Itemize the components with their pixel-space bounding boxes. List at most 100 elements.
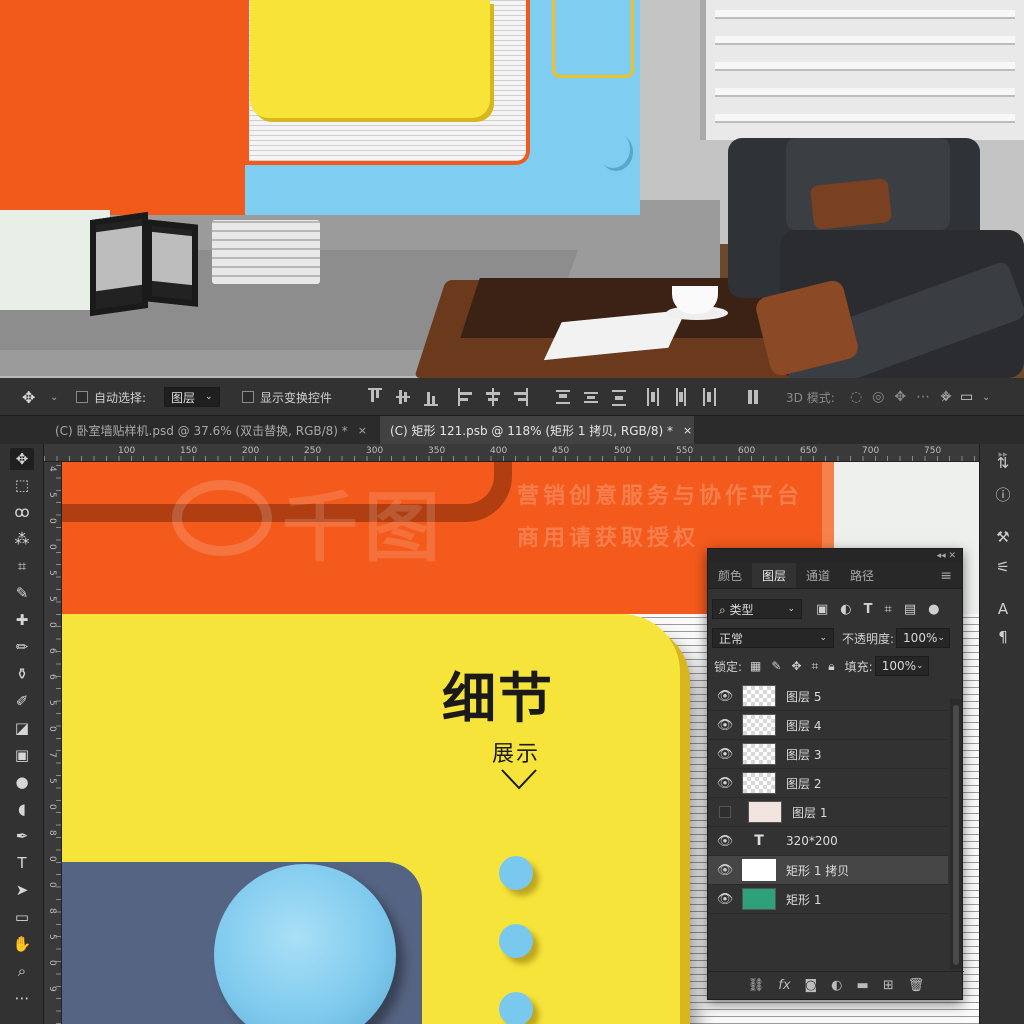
link-icon[interactable]: ⛓ xyxy=(748,978,765,993)
tab-paths[interactable]: 路径 xyxy=(840,563,884,588)
tab-layers[interactable]: 图层 xyxy=(752,563,797,588)
lasso-tool-icon[interactable]: ꝏ xyxy=(10,501,34,523)
filter-pixel-icon[interactable]: ▣ xyxy=(816,602,828,617)
layer-row[interactable]: 👁︎ 图层 4 xyxy=(708,711,948,740)
layer-row[interactable]: 👁︎ T 320*200 xyxy=(708,827,948,856)
filter-kind-select[interactable]: ⌕ 类型 ⌄ xyxy=(712,599,802,619)
eye-icon[interactable]: 👁︎ xyxy=(714,892,736,907)
workspace-icon[interactable]: ▭ xyxy=(960,378,973,416)
filter-smart-icon[interactable]: ▤ xyxy=(904,602,916,617)
path-select-icon[interactable]: ➤ xyxy=(10,879,34,901)
dodge-tool-icon[interactable]: ◖ xyxy=(10,798,34,820)
scroll-thumb[interactable] xyxy=(953,705,959,965)
eye-icon[interactable]: 👁︎ xyxy=(714,863,736,878)
fill-field[interactable]: 100% ⌄ xyxy=(874,656,929,676)
fx-icon[interactable]: fx xyxy=(778,978,790,993)
opacity-field[interactable]: 100% ⌄ xyxy=(896,628,951,648)
visibility-off-icon[interactable] xyxy=(719,806,731,818)
close-icon[interactable]: × xyxy=(358,424,367,437)
tab-color[interactable]: 颜色 xyxy=(708,563,752,588)
layer-row[interactable]: 👁︎ 矩形 1 xyxy=(708,885,948,914)
history-brush-icon[interactable]: ✐ xyxy=(10,690,34,712)
eye-icon[interactable]: 👁︎ xyxy=(714,689,736,704)
tab-bedroom-psd[interactable]: (C) 卧室墙贴样机.psd @ 37.6% (双击替换, RGB/8) * × xyxy=(45,416,378,444)
checkbox-icon[interactable] xyxy=(242,391,254,403)
distribute-vcenter-icon[interactable] xyxy=(584,388,598,406)
distribute-right-icon[interactable] xyxy=(702,388,716,406)
close-icon[interactable]: × xyxy=(683,424,692,437)
show-transform-checkbox[interactable]: 显示变换控件 xyxy=(242,378,332,416)
type-tool-icon[interactable]: T xyxy=(10,852,34,874)
filter-adjustment-icon[interactable]: ◐ xyxy=(840,602,851,617)
panel-collapse-bar[interactable]: ◂◂ ✕ xyxy=(708,549,962,563)
lock-transparent-icon[interactable]: ▦ xyxy=(750,659,761,674)
layer-row[interactable]: 👁︎ 图层 3 xyxy=(708,740,948,769)
move-tool-icon[interactable]: ✥ xyxy=(10,448,34,470)
layer-row[interactable]: 图层 1 xyxy=(708,798,948,827)
zoom-tool-icon[interactable]: ⌕ xyxy=(10,960,34,982)
filter-toggle-icon[interactable]: ● xyxy=(928,602,939,617)
auto-select-dropdown[interactable]: 图层 ⌄ xyxy=(164,378,220,416)
layer-row-selected[interactable]: 👁︎ 矩形 1 拷贝 xyxy=(708,856,948,885)
healing-brush-icon[interactable]: ✚ xyxy=(10,609,34,631)
align-vcenter-icon[interactable] xyxy=(396,388,410,406)
folder-icon[interactable]: ▬ xyxy=(857,978,869,993)
layers-scrollbar[interactable] xyxy=(950,699,962,969)
filter-type-icon[interactable]: T xyxy=(864,602,873,617)
lock-pixels-icon[interactable]: ✎ xyxy=(771,659,781,674)
distribute-hcenter-icon[interactable] xyxy=(674,388,688,406)
info-icon[interactable]: ⓘ xyxy=(992,484,1014,506)
distribute-bottom-icon[interactable] xyxy=(612,388,626,406)
tool-preset-chevron-icon[interactable]: ⌄ xyxy=(50,378,58,416)
tab-channels[interactable]: 通道 xyxy=(796,563,840,588)
auto-align-icon[interactable] xyxy=(746,388,760,406)
auto-select-checkbox[interactable]: 自动选择: xyxy=(76,378,146,416)
gradient-tool-icon[interactable]: ▣ xyxy=(10,744,34,766)
checkbox-icon[interactable] xyxy=(76,391,88,403)
chevron-down-icon[interactable]: ⌄ xyxy=(982,378,990,416)
pen-tool-icon[interactable]: ✒ xyxy=(10,825,34,847)
distribute-top-icon[interactable] xyxy=(556,388,570,406)
lock-all-icon[interactable]: 🔒︎ xyxy=(828,659,834,674)
lock-artboard-icon[interactable]: ⌗ xyxy=(812,659,819,674)
eye-icon[interactable]: 👁︎ xyxy=(714,776,736,791)
new-layer-icon[interactable]: ⊞ xyxy=(883,978,894,993)
align-left-icon[interactable] xyxy=(458,388,472,406)
brushes-icon[interactable]: ⚒ xyxy=(992,526,1014,548)
layer-row[interactable]: 👁︎ 图层 2 xyxy=(708,769,948,798)
mask-icon[interactable]: ◙ xyxy=(805,978,818,993)
history-panel-icon[interactable]: ⇅ xyxy=(992,452,1014,474)
blur-tool-icon[interactable]: ● xyxy=(10,771,34,793)
marquee-tool-icon[interactable]: ⬚ xyxy=(10,474,34,496)
more-tools-icon[interactable]: ⋯ xyxy=(10,987,34,1009)
eye-icon[interactable]: 👁︎ xyxy=(714,718,736,733)
eraser-icon[interactable]: ◪ xyxy=(10,717,34,739)
crop-tool-icon[interactable]: ⌗ xyxy=(10,555,34,577)
align-hcenter-icon[interactable] xyxy=(486,388,500,406)
trash-icon[interactable]: 🗑︎ xyxy=(908,978,925,993)
rectangle-tool-icon[interactable]: ▭ xyxy=(10,906,34,928)
move-tool-icon[interactable]: ✥ xyxy=(22,378,35,416)
blend-mode-select[interactable]: 正常 ⌄ xyxy=(712,628,834,648)
brush-tool-icon[interactable]: ✏ xyxy=(10,636,34,658)
magic-wand-icon[interactable]: ⁂ xyxy=(10,528,34,550)
eyedropper-icon[interactable]: ✎ xyxy=(10,582,34,604)
align-right-icon[interactable] xyxy=(514,388,528,406)
adjust-sliders-icon[interactable]: ⚟ xyxy=(992,556,1014,578)
align-top-icon[interactable] xyxy=(368,388,382,406)
adjustment-icon[interactable]: ◐ xyxy=(831,978,842,993)
filter-shape-icon[interactable]: ⌗ xyxy=(885,602,892,617)
clone-stamp-icon[interactable]: ⚱ xyxy=(10,663,34,685)
layer-row[interactable]: 👁︎ 图层 5 xyxy=(708,682,948,711)
eye-icon[interactable]: 👁︎ xyxy=(714,834,736,849)
character-icon[interactable]: A xyxy=(992,598,1014,620)
hand-tool-icon[interactable]: ✋ xyxy=(10,933,34,955)
lock-position-icon[interactable]: ✥ xyxy=(791,659,801,674)
eye-icon[interactable]: 👁︎ xyxy=(714,747,736,762)
distribute-left-icon[interactable] xyxy=(646,388,660,406)
tab-rect-psb[interactable]: (C) 矩形 121.psb @ 118% (矩形 1 拷贝, RGB/8) *… xyxy=(380,416,694,444)
paragraph-icon[interactable]: ¶ xyxy=(992,626,1014,648)
panel-menu-icon[interactable]: ≡ xyxy=(930,563,962,588)
search-icon[interactable]: ⌕ xyxy=(942,378,950,416)
align-bottom-icon[interactable] xyxy=(424,388,438,406)
